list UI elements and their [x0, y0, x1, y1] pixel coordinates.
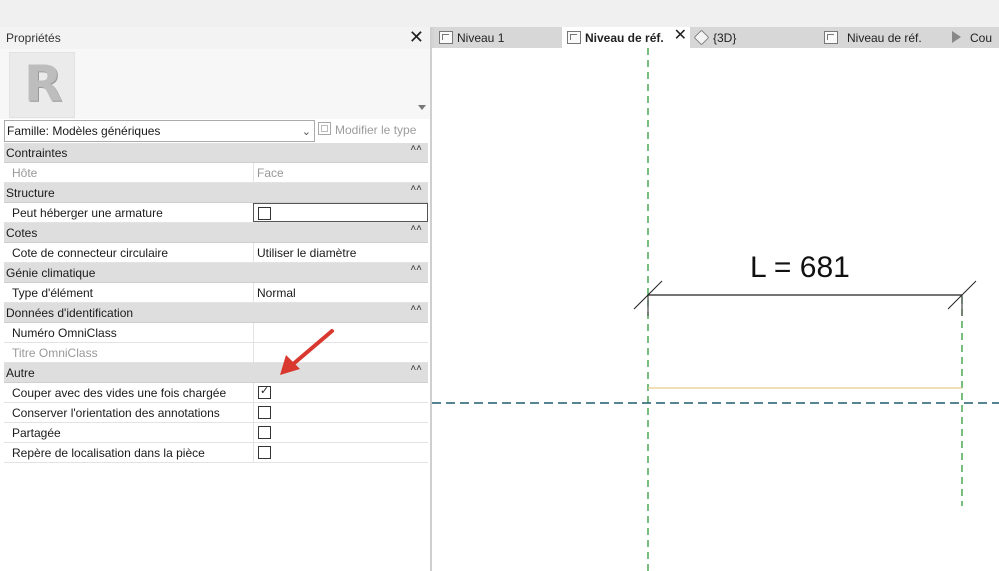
checkbox-repere-localisation[interactable]	[258, 446, 271, 459]
floor-plan-icon	[439, 31, 453, 44]
property-row-armature: Peut héberger une armature	[4, 203, 428, 223]
tab-label: {3D}	[713, 31, 737, 45]
edit-type-button[interactable]: Modifier le type	[318, 122, 416, 137]
property-row-repere-localisation: Repère de localisation dans la pièce	[4, 443, 428, 463]
properties-header: Propriétés ✕	[0, 27, 430, 49]
checkbox-conserver-orientation[interactable]	[258, 406, 271, 419]
tab-niveau-1[interactable]: Niveau 1	[434, 27, 562, 48]
annotation-arrow	[280, 329, 334, 375]
section-view-icon	[952, 31, 961, 43]
tab-label: Niveau de réf.	[847, 31, 922, 45]
property-row-couper-vides: Couper avec des vides une fois chargée ✓	[4, 383, 428, 403]
property-row-cote-connecteur: Cote de connecteur circulaire Utiliser l…	[4, 243, 428, 263]
top-strip	[0, 0, 999, 28]
revit-logo-icon: R	[9, 52, 75, 118]
collapse-icon[interactable]: ˄˄	[410, 363, 422, 374]
property-row-type-element: Type d'élément Normal	[4, 283, 428, 303]
tab-label: Cou	[970, 31, 993, 45]
view-tab-bar: Niveau 1 Niveau de réf. ✕ {3D} Niveau de…	[432, 27, 999, 48]
group-label: Contraintes	[6, 146, 68, 160]
dimension-label[interactable]: L = 681	[750, 251, 850, 285]
checkmark-icon: ✓	[260, 385, 270, 397]
group-header-autre[interactable]: Autre ˄˄	[4, 363, 428, 383]
property-label: Titre OmniClass	[12, 346, 98, 360]
properties-grid: Contraintes ˄˄ Hôte Face Structure ˄˄ Pe…	[4, 143, 428, 463]
group-label: Structure	[6, 186, 55, 200]
property-value-cell: Face	[253, 163, 427, 182]
tab-label: Niveau de réf.	[585, 31, 664, 45]
family-row: Famille: Modèles génériques ⌄ Modifier l…	[0, 119, 430, 143]
property-value-cell[interactable]	[253, 203, 428, 222]
group-label: Autre	[6, 366, 35, 380]
property-label: Peut héberger une armature	[12, 206, 163, 220]
ceiling-plan-icon	[824, 31, 838, 44]
group-header-structure[interactable]: Structure ˄˄	[4, 183, 428, 203]
property-value-cell[interactable]	[253, 443, 427, 462]
collapse-icon[interactable]: ˄˄	[410, 263, 422, 274]
property-label: Partagée	[12, 426, 61, 440]
property-row-conserver-orientation: Conserver l'orientation des annotations	[4, 403, 428, 423]
family-filter-select[interactable]: Famille: Modèles génériques ⌄	[4, 120, 315, 142]
collapse-icon[interactable]: ˄˄	[410, 303, 422, 314]
tab-niveau-de-ref-2[interactable]: Niveau de réf.	[818, 27, 947, 48]
tab-coupe[interactable]: Cou	[947, 27, 999, 48]
drawing-svg	[432, 48, 999, 571]
property-label: Repère de localisation dans la pièce	[12, 446, 205, 460]
property-row-numero-omniclass: Numéro OmniClass	[4, 323, 428, 343]
close-icon[interactable]: ✕	[409, 28, 424, 46]
property-value-cell[interactable]	[253, 403, 427, 422]
property-value: Utiliser le diamètre	[257, 246, 357, 260]
property-label: Type d'élément	[12, 286, 94, 300]
group-label: Cotes	[6, 226, 38, 240]
properties-title: Propriétés	[6, 31, 61, 45]
tab-3d[interactable]: {3D}	[690, 27, 818, 48]
property-row-titre-omniclass: Titre OmniClass	[4, 343, 428, 363]
edit-type-icon	[318, 122, 331, 135]
property-value-cell[interactable]: ✓	[253, 383, 427, 402]
group-label: Données d'identification	[6, 306, 134, 320]
property-label: Conserver l'orientation des annotations	[12, 406, 220, 420]
property-row-partagee: Partagée	[4, 423, 428, 443]
group-header-donnees-identification[interactable]: Données d'identification ˄˄	[4, 303, 428, 323]
property-value-cell[interactable]: Utiliser le diamètre	[253, 243, 427, 262]
properties-palette: Propriétés ✕ R Famille: Modèles génériqu…	[0, 27, 430, 571]
property-label: Couper avec des vides une fois chargée	[12, 386, 227, 400]
close-tab-icon[interactable]: ✕	[674, 28, 687, 44]
tab-label: Niveau 1	[457, 31, 505, 45]
property-value: Normal	[257, 286, 296, 300]
property-value-cell[interactable]: Normal	[253, 283, 427, 302]
floor-plan-icon	[567, 31, 581, 44]
property-label: Cote de connecteur circulaire	[12, 246, 169, 260]
checkbox-couper-avec-vides[interactable]: ✓	[258, 385, 271, 399]
collapse-icon[interactable]: ˄˄	[410, 223, 422, 234]
collapse-icon[interactable]: ˄˄	[410, 143, 422, 154]
group-header-genie-climatique[interactable]: Génie climatique ˄˄	[4, 263, 428, 283]
property-value-cell[interactable]	[253, 423, 427, 442]
collapse-icon[interactable]: ˄˄	[410, 183, 422, 194]
property-value: Face	[257, 166, 284, 180]
property-label: Hôte	[12, 166, 38, 180]
checkbox-peut-heberger-armature[interactable]	[258, 207, 271, 220]
group-header-cotes[interactable]: Cotes ˄˄	[4, 223, 428, 243]
family-filter-value: Famille: Modèles génériques	[7, 124, 161, 138]
property-label: Numéro OmniClass	[12, 326, 117, 340]
group-label: Génie climatique	[6, 266, 96, 280]
chevron-down-icon: ⌄	[301, 126, 311, 138]
type-dropdown-arrow-icon[interactable]	[418, 105, 426, 110]
3d-view-icon	[693, 29, 710, 46]
property-row-hote: Hôte Face	[4, 163, 428, 183]
drawing-canvas[interactable]: L = 681	[432, 48, 999, 571]
edit-type-label: Modifier le type	[335, 123, 417, 137]
group-header-contraintes[interactable]: Contraintes ˄˄	[4, 143, 428, 163]
tab-niveau-de-ref-active[interactable]: Niveau de réf. ✕	[562, 27, 690, 48]
checkbox-partagee[interactable]	[258, 426, 271, 439]
